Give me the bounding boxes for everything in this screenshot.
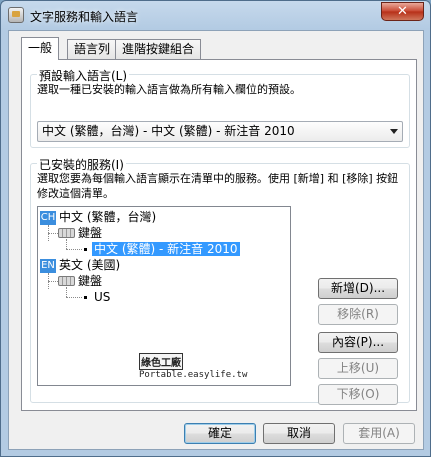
window-title: 文字服務和輸入語言 [30,10,139,24]
keyboard-icon [58,228,75,238]
tree-item-group-keyboard[interactable]: 鍵盤 [78,273,102,289]
watermark-logo: 綠色工廠 [139,353,183,370]
tree-item-label: 中文 (繁體，台灣) [59,210,157,224]
move-up-button[interactable]: 上移(U) [318,358,398,379]
language-badge: EN [40,258,56,273]
keyboard-icon [58,276,75,286]
installed-services-tree[interactable]: CH 中文 (繁體，台灣) 鍵盤 中文 (繁體) - 新注音 2010 EN 英文 … [37,206,291,386]
bullet-icon [84,296,87,299]
tree-item-language-english[interactable]: EN 英文 (美國) [40,257,120,273]
tree-item-service-us[interactable]: US [94,289,110,305]
cancel-button[interactable]: 取消 [263,423,335,444]
move-down-button[interactable]: 下移(O) [318,384,398,405]
language-badge: CH [40,210,56,225]
tree-connector [66,297,82,298]
tab-advanced-key-settings[interactable]: 進階按鍵組合 [115,39,202,59]
dialog-window: 文字服務和輸入語言 ✕ 一般 語言列 進階按鍵組合 預設輸入語言(L) 選取一種… [0,0,431,457]
tab-language-bar[interactable]: 語言列 [67,39,118,59]
tree-connector [48,233,58,234]
default-language-value: 中文 (繁體，台灣) - 中文 (繁體) - 新注音 2010 [42,124,295,138]
close-button[interactable]: ✕ [381,2,424,21]
apply-button[interactable]: 套用(A) [343,423,415,444]
tree-item-label: 中文 (繁體) - 新注音 2010 [92,242,240,256]
installed-services-description: 選取您要為每個輸入語言顯示在清單中的服務。使用 [新增] 和 [移除] 按鈕修改… [37,172,399,200]
tree-connector [66,287,67,297]
watermark-text: Portable.easylife.tw [139,370,248,380]
properties-button[interactable]: 內容(P)... [318,332,398,353]
default-language-description: 選取一種已安裝的輸入語言做為所有輸入欄位的預設。 [37,83,301,96]
watermark: 綠色工廠Portable.easylife.tw [139,353,290,380]
add-button[interactable]: 新增(D)... [318,278,398,299]
tab-panel-general: 預設輸入語言(L) 選取一種已安裝的輸入語言做為所有輸入欄位的預設。 中文 (繁… [21,59,417,411]
tree-item-service-new-phonetic[interactable]: 中文 (繁體) - 新注音 2010 [92,241,240,257]
bullet-icon [84,248,87,251]
dialog-client-area: 一般 語言列 進階按鍵組合 預設輸入語言(L) 選取一種已安裝的輸入語言做為所有… [8,30,424,450]
chevron-down-icon [390,129,398,134]
tab-general[interactable]: 一般 [21,37,60,60]
title-bar[interactable]: 文字服務和輸入語言 ✕ [1,1,430,29]
tree-item-group-keyboard[interactable]: 鍵盤 [78,225,102,241]
ok-button[interactable]: 確定 [184,423,256,444]
default-language-group: 預設輸入語言(L) 選取一種已安裝的輸入語言做為所有輸入欄位的預設。 中文 (繁… [30,67,410,148]
tree-item-label: 英文 (美國) [59,258,121,272]
tree-connector [66,249,82,250]
remove-button[interactable]: 移除(R) [318,304,398,325]
tree-connector [48,281,58,282]
tree-item-language-chinese[interactable]: CH 中文 (繁體，台灣) [40,209,156,225]
installed-services-group: 已安裝的服務(I) 選取您要為每個輸入語言顯示在清單中的服務。使用 [新增] 和… [30,156,410,405]
tree-connector [66,239,67,249]
app-icon [8,7,24,23]
default-language-dropdown[interactable]: 中文 (繁體，台灣) - 中文 (繁體) - 新注音 2010 [37,121,403,142]
